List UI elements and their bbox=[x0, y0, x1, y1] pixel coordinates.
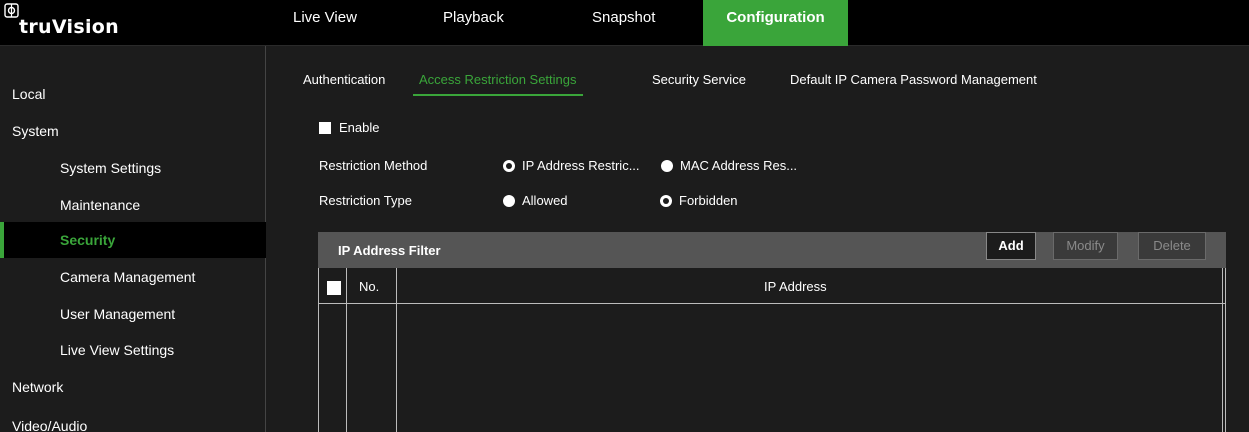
restriction-method-label: Restriction Method bbox=[319, 158, 428, 173]
column-divider bbox=[346, 268, 347, 432]
logo-text: truVision bbox=[19, 16, 119, 38]
radio-ip-address[interactable] bbox=[503, 160, 515, 172]
ip-filter-title: IP Address Filter bbox=[338, 243, 441, 258]
radio-mac-address[interactable] bbox=[661, 160, 673, 172]
column-header-no: No. bbox=[359, 279, 380, 294]
nav-snapshot[interactable]: Snapshot bbox=[592, 0, 655, 46]
sidebar: Local System System Settings Maintenance… bbox=[0, 46, 266, 432]
sidebar-item-system[interactable]: System bbox=[0, 113, 266, 149]
tab-authentication[interactable]: Authentication bbox=[303, 72, 385, 104]
sidebar-item-local[interactable]: Local bbox=[0, 76, 266, 112]
sidebar-item-user-management[interactable]: User Management bbox=[0, 296, 266, 332]
radio-ip-address-label[interactable]: IP Address Restric... bbox=[522, 158, 640, 173]
logo: truVision bbox=[0, 0, 268, 46]
sidebar-item-system-settings[interactable]: System Settings bbox=[0, 150, 266, 186]
enable-checkbox[interactable] bbox=[319, 122, 331, 134]
radio-forbidden[interactable] bbox=[660, 195, 672, 207]
radio-mac-address-label[interactable]: MAC Address Res... bbox=[680, 158, 797, 173]
ip-filter-table: No. IP Address bbox=[318, 268, 1226, 432]
add-button[interactable]: Add bbox=[986, 232, 1036, 260]
tab-security-service[interactable]: Security Service bbox=[652, 72, 746, 104]
sidebar-item-maintenance[interactable]: Maintenance bbox=[0, 187, 266, 223]
tab-default-ip-camera-password-management[interactable]: Default IP Camera Password Management bbox=[790, 72, 1037, 104]
sidebar-item-camera-management[interactable]: Camera Management bbox=[0, 259, 266, 295]
select-all-checkbox[interactable] bbox=[327, 281, 341, 295]
main-content: Authentication Access Restriction Settin… bbox=[268, 46, 1249, 432]
ip-filter-header: IP Address Filter Add Modify Delete bbox=[318, 232, 1226, 268]
sidebar-item-network[interactable]: Network bbox=[0, 369, 266, 405]
modify-button[interactable]: Modify bbox=[1053, 232, 1118, 260]
logo-icon bbox=[4, 3, 19, 18]
nav-playback[interactable]: Playback bbox=[443, 0, 504, 46]
nav-live-view[interactable]: Live View bbox=[293, 0, 357, 46]
enable-label: Enable bbox=[339, 120, 380, 135]
delete-button[interactable]: Delete bbox=[1138, 232, 1206, 260]
sidebar-item-video-audio[interactable]: Video/Audio bbox=[0, 408, 266, 432]
table-header: No. IP Address bbox=[319, 268, 1225, 304]
radio-forbidden-label[interactable]: Forbidden bbox=[679, 193, 738, 208]
sidebar-item-live-view-settings[interactable]: Live View Settings bbox=[0, 332, 266, 368]
sidebar-item-security[interactable]: Security bbox=[0, 222, 266, 258]
top-bar: truVision Live View Playback Snapshot Co… bbox=[0, 0, 1249, 46]
nav-configuration[interactable]: Configuration bbox=[703, 0, 848, 46]
radio-allowed[interactable] bbox=[503, 195, 515, 207]
restriction-type-label: Restriction Type bbox=[319, 193, 412, 208]
column-divider bbox=[1222, 268, 1223, 432]
radio-allowed-label[interactable]: Allowed bbox=[522, 193, 568, 208]
tab-access-restriction-settings[interactable]: Access Restriction Settings bbox=[413, 72, 583, 96]
column-divider bbox=[396, 268, 397, 432]
column-header-ip-address: IP Address bbox=[764, 279, 827, 294]
